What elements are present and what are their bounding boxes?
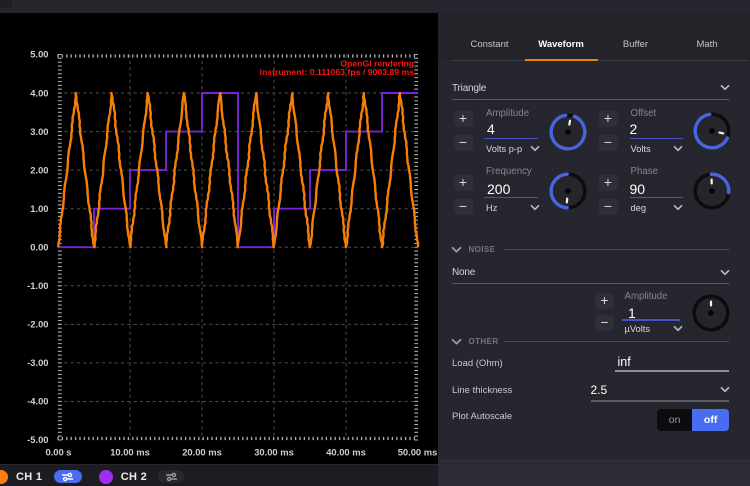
- svg-text:-4.00: -4.00: [27, 396, 48, 407]
- svg-text:4.00: 4.00: [30, 87, 48, 98]
- svg-text:3.00: 3.00: [30, 126, 48, 137]
- svg-text:-2.00: -2.00: [27, 319, 48, 330]
- svg-text:instrument: 0.111063 fps / 900: instrument: 0.111063 fps / 9003.89 ms.: [260, 67, 417, 77]
- svg-text:1.00: 1.00: [30, 203, 48, 214]
- svg-text:50.00 ms: 50.00 ms: [398, 447, 438, 458]
- svg-text:30.00 ms: 30.00 ms: [254, 447, 294, 458]
- svg-text:5.00: 5.00: [30, 49, 48, 60]
- svg-text:2.00: 2.00: [30, 164, 48, 175]
- svg-text:40.00 ms: 40.00 ms: [326, 447, 366, 458]
- svg-text:10.00 ms: 10.00 ms: [110, 447, 150, 458]
- svg-text:0.00: 0.00: [30, 241, 48, 252]
- svg-text:20.00 ms: 20.00 ms: [182, 447, 222, 458]
- svg-text:0.00 s: 0.00 s: [45, 447, 71, 458]
- svg-text:-5.00: -5.00: [27, 434, 48, 445]
- svg-text:-1.00: -1.00: [27, 280, 48, 291]
- svg-text:-3.00: -3.00: [27, 357, 48, 368]
